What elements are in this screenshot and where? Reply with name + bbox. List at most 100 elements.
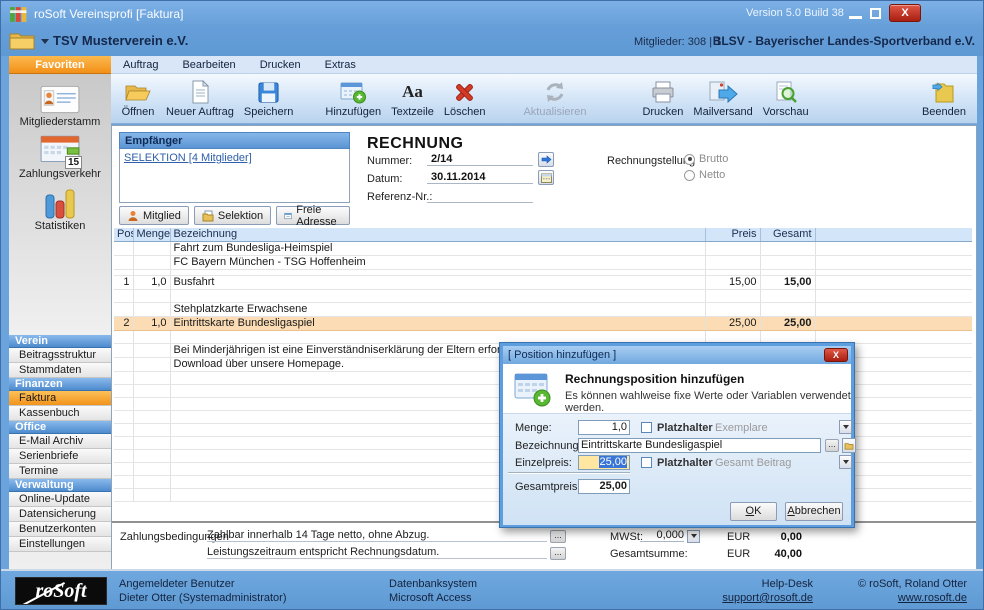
status-bar: roSoft Angemeldeter Benutzer Dieter Otte…: [1, 569, 984, 610]
delete-button[interactable]: Löschen: [439, 77, 491, 120]
menu-extras[interactable]: Extras: [313, 56, 368, 74]
cancel-button[interactable]: Abbrechen: [785, 502, 843, 521]
menge-input[interactable]: 1,0: [578, 420, 630, 435]
text-icon: Aa: [402, 79, 423, 105]
cell-menge: [133, 476, 170, 489]
selection-button[interactable]: Selektion: [194, 206, 271, 225]
radio-netto[interactable]: Netto: [684, 169, 725, 181]
sidebar-item-zahlungsverkehr[interactable]: 15 Zahlungsverkehr: [9, 134, 111, 184]
preview-button[interactable]: Vorschau: [758, 77, 814, 120]
cell-menge: [133, 303, 170, 317]
sidebar-item-faktura[interactable]: Faktura: [9, 391, 111, 406]
calendar-day-badge: 15: [65, 156, 82, 169]
bezeichnung-folder-button[interactable]: [842, 438, 856, 453]
minimize-button[interactable]: [849, 16, 862, 19]
platzhalter-preis-value[interactable]: Gesamt Beitrag: [715, 457, 791, 469]
save-button[interactable]: Speichern: [239, 77, 299, 120]
sidebar-item-benutzerkonten[interactable]: Benutzerkonten: [9, 522, 111, 537]
platzhalter-menge-dropdown[interactable]: [839, 420, 852, 434]
website-link[interactable]: www.rosoft.de: [827, 591, 967, 605]
datum-field[interactable]: 30.11.2014: [427, 171, 533, 184]
cell-pos: [114, 463, 133, 476]
col-gesamt[interactable]: Gesamt: [760, 228, 815, 242]
sidebar-item-beitragsstruktur[interactable]: Beitragsstruktur: [9, 348, 111, 363]
sidebar-item-mitgliederstamm[interactable]: Mitgliederstamm: [9, 82, 111, 132]
sidebar-item-stammdaten[interactable]: Stammdaten: [9, 363, 111, 378]
payment-line-1[interactable]: Zahlbar innerhalb 14 Tage netto, ohne Ab…: [207, 529, 547, 542]
sidebar-item-serienbriefe[interactable]: Serienbriefe: [9, 449, 111, 464]
sidebar-item-kassenbuch[interactable]: Kassenbuch: [9, 406, 111, 421]
col-menge[interactable]: Menge: [133, 228, 170, 242]
platzhalter-menge-value[interactable]: Exemplare: [715, 422, 768, 434]
col-pos[interactable]: Pos: [114, 228, 133, 242]
einzelpreis-input[interactable]: 25,00: [578, 455, 630, 470]
nummer-next-button[interactable]: [538, 152, 554, 167]
support-email-link[interactable]: support@rosoft.de: [713, 591, 813, 605]
cell-menge: [133, 358, 170, 372]
add-position-button[interactable]: Hinzufügen: [320, 77, 386, 120]
cell-filler: [815, 256, 972, 270]
print-button[interactable]: Drucken: [637, 77, 688, 120]
sidebar-item-datensicherung[interactable]: Datensicherung: [9, 507, 111, 522]
menu-auftrag[interactable]: Auftrag: [111, 56, 170, 74]
table-row[interactable]: FC Bayern München - TSG Hoffenheim: [114, 256, 972, 270]
club-bar: TSV Musterverein e.V. Mitglieder: 308 | …: [1, 28, 984, 56]
mwst-dropdown-button[interactable]: [687, 530, 700, 543]
table-row[interactable]: Fahrt zum Bundesliga-Heimspiel: [114, 242, 972, 256]
payment-line-1-browse[interactable]: ...: [550, 530, 566, 543]
member-button[interactable]: Mitglied: [119, 206, 189, 225]
bezeichnung-input[interactable]: Eintrittskarte Bundesligaspiel: [578, 438, 821, 453]
menge-label: Menge:: [515, 422, 552, 434]
table-row[interactable]: Stehplatzkarte Erwachsene: [114, 303, 972, 317]
platzhalter-menge-checkbox[interactable]: [641, 422, 652, 433]
radio-brutto[interactable]: Brutto: [684, 153, 728, 165]
col-filler: [815, 228, 972, 242]
datum-calendar-button[interactable]: [538, 170, 554, 185]
menu-drucken[interactable]: Drucken: [248, 56, 313, 74]
mwst-label: MWSt:: [610, 531, 643, 543]
table-row[interactable]: 1 1,0 Busfahrt 15,00 15,00: [114, 276, 972, 290]
payment-line-2[interactable]: Leistungszeitraum entspricht Rechnungsda…: [207, 546, 547, 559]
version-text: Version 5.0 Build 38: [746, 7, 844, 19]
mwst-amount: 0,00: [742, 531, 802, 543]
table-row[interactable]: [114, 290, 972, 303]
club-folder-icon[interactable]: [9, 31, 35, 50]
nummer-field[interactable]: 2/14: [427, 153, 533, 166]
cell-filler: [815, 317, 972, 331]
mwst-field[interactable]: 0,000: [640, 529, 684, 542]
cell-pos: [114, 256, 133, 270]
association-name: BLSV - Bayerischer Landes-Sportverband e…: [713, 34, 975, 48]
sidebar-item-email-archiv[interactable]: E-Mail Archiv: [9, 434, 111, 449]
payment-line-2-browse[interactable]: ...: [550, 547, 566, 560]
new-order-button[interactable]: Neuer Auftrag: [161, 77, 239, 120]
mail-send-button[interactable]: Mailversand: [688, 77, 757, 120]
exit-button[interactable]: Beenden: [917, 77, 971, 120]
ok-button[interactable]: OK: [730, 502, 777, 521]
platzhalter-preis-dropdown[interactable]: [839, 455, 852, 469]
maximize-button[interactable]: [870, 8, 881, 19]
open-button[interactable]: Öffnen: [115, 77, 161, 120]
sidebar-item-online-update[interactable]: Online-Update: [9, 492, 111, 507]
cell-pos: [114, 398, 133, 411]
dialog-title-bar[interactable]: [ Position hinzufügen ] X: [503, 346, 851, 364]
col-preis[interactable]: Preis: [705, 228, 760, 242]
cell-menge: [133, 331, 170, 344]
dialog-close-button[interactable]: X: [824, 348, 848, 362]
sidebar-item-einstellungen[interactable]: Einstellungen: [9, 537, 111, 552]
text-line-button[interactable]: Aa Textzeile: [386, 77, 439, 120]
members-count: Mitglieder: 308 | 1: [634, 36, 721, 48]
bezeichnung-browse-button[interactable]: ...: [825, 439, 839, 452]
col-bezeichnung[interactable]: Bezeichnung: [170, 228, 705, 242]
sidebar-item-statistiken[interactable]: Statistiken: [9, 186, 111, 236]
menu-bearbeiten[interactable]: Bearbeiten: [170, 56, 247, 74]
platzhalter-preis-checkbox[interactable]: [641, 457, 652, 468]
dialog-heading: Rechnungsposition hinzufügen: [565, 372, 744, 386]
club-dropdown-caret[interactable]: [41, 39, 49, 48]
recipient-selection-link[interactable]: SELEKTION [4 Mitglieder]: [124, 152, 252, 164]
close-button[interactable]: X: [889, 4, 921, 22]
table-row[interactable]: 2 1,0 Eintrittskarte Bundesligaspiel 25,…: [114, 317, 972, 331]
sidebar-item-termine[interactable]: Termine: [9, 464, 111, 479]
free-address-button[interactable]: Freie Adresse: [276, 206, 350, 225]
chevron-down-icon: [691, 534, 697, 541]
referenz-field[interactable]: [427, 189, 533, 203]
